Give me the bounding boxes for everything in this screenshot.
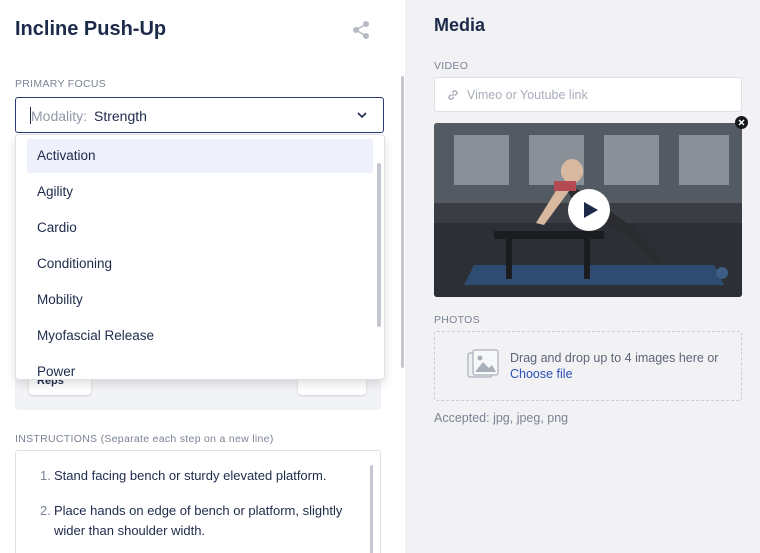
dropzone-instructions: Drag and drop up to 4 images here or Cho… — [510, 350, 730, 382]
share-icon[interactable] — [350, 19, 372, 41]
link-icon — [448, 90, 458, 100]
video-link-field[interactable] — [434, 77, 742, 112]
dropdown-scrollbar[interactable] — [377, 163, 381, 327]
dropdown-option-myofascial-release[interactable]: Myofascial Release — [27, 319, 373, 353]
chevron-down-icon — [357, 112, 367, 119]
exercise-title: Incline Push-Up — [15, 18, 167, 40]
image-icon — [467, 349, 499, 378]
play-icon[interactable] — [568, 189, 610, 231]
step-text: Place hands on edge of bench or platform… — [54, 503, 343, 538]
photo-dropzone[interactable]: Drag and drop up to 4 images here or Cho… — [434, 331, 742, 401]
accepted-formats: Accepted: jpg, jpeg, png — [434, 411, 569, 425]
primary-focus-label: PRIMARY FOCUS — [15, 78, 107, 90]
video-link-input[interactable] — [467, 86, 727, 104]
media-heading: Media — [434, 15, 486, 35]
dropdown-option-conditioning[interactable]: Conditioning — [27, 247, 373, 281]
instructions-textarea[interactable]: 1. Stand facing bench or sturdy elevated… — [15, 450, 381, 553]
dropdown-option-cardio[interactable]: Cardio — [27, 211, 373, 245]
photos-label: PHOTOS — [434, 314, 480, 326]
step-number: 1. — [40, 468, 51, 483]
dropdown-option-power[interactable]: Power — [27, 355, 373, 379]
modality-value: Strength — [94, 108, 147, 124]
modality-select[interactable]: Modality: Strength — [15, 97, 384, 133]
choose-file-link[interactable]: Choose file — [510, 367, 573, 381]
remove-video-icon[interactable] — [735, 116, 748, 129]
step-text: Stand facing bench or sturdy elevated pl… — [54, 468, 327, 483]
modality-prefix: Modality: — [31, 108, 88, 124]
dropdown-option-activation[interactable]: Activation — [27, 139, 373, 173]
dropdown-option-mobility[interactable]: Mobility — [27, 283, 373, 317]
instructions-scrollbar[interactable] — [370, 465, 373, 553]
video-thumbnail[interactable] — [434, 123, 742, 297]
instructions-label: INSTRUCTIONS (Separate each step on a ne… — [15, 433, 274, 445]
dropzone-text: Drag and drop up to 4 images here or — [510, 351, 719, 365]
video-label: VIDEO — [434, 60, 469, 72]
step-number: 2. — [40, 503, 51, 518]
modality-dropdown: Activation Agility Cardio Conditioning M… — [15, 134, 385, 380]
dropdown-option-agility[interactable]: Agility — [27, 175, 373, 209]
panel-scrollbar[interactable] — [401, 76, 404, 368]
